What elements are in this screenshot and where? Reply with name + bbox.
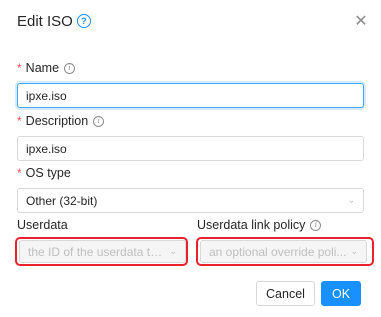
info-icon[interactable]: i [310,219,322,231]
dialog-header: Edit ISO ? [17,10,91,32]
cancel-button[interactable]: Cancel [256,281,315,306]
required-asterisk: * [17,61,22,75]
name-input[interactable]: ipxe.iso [17,83,364,108]
ok-button[interactable]: OK [321,281,361,306]
close-icon[interactable]: ✕ [351,11,371,31]
question-circle-icon[interactable]: ? [76,14,91,28]
userdata-label: Userdata [17,218,68,232]
os-type-label: * OS type [17,166,71,180]
name-label: * Name i [17,61,76,75]
highlight-box-userdata [15,237,188,266]
userdata-link-policy-label: Userdata link policy i [197,218,322,232]
description-input[interactable]: ipxe.iso [17,136,364,161]
info-icon[interactable]: i [64,62,76,74]
os-type-select[interactable]: Other (32-bit) ⌄ [17,188,364,213]
required-asterisk: * [17,166,22,180]
required-asterisk: * [17,114,22,128]
chevron-down-icon: ⌄ [347,195,355,205]
highlight-box-userdata-link-policy [196,237,374,266]
edit-iso-dialog: Edit ISO ? ✕ * Name i ipxe.iso * Descrip… [0,0,381,317]
info-icon[interactable]: i [93,115,105,127]
dialog-title: Edit ISO [17,12,73,30]
description-label: * Description i [17,114,105,128]
